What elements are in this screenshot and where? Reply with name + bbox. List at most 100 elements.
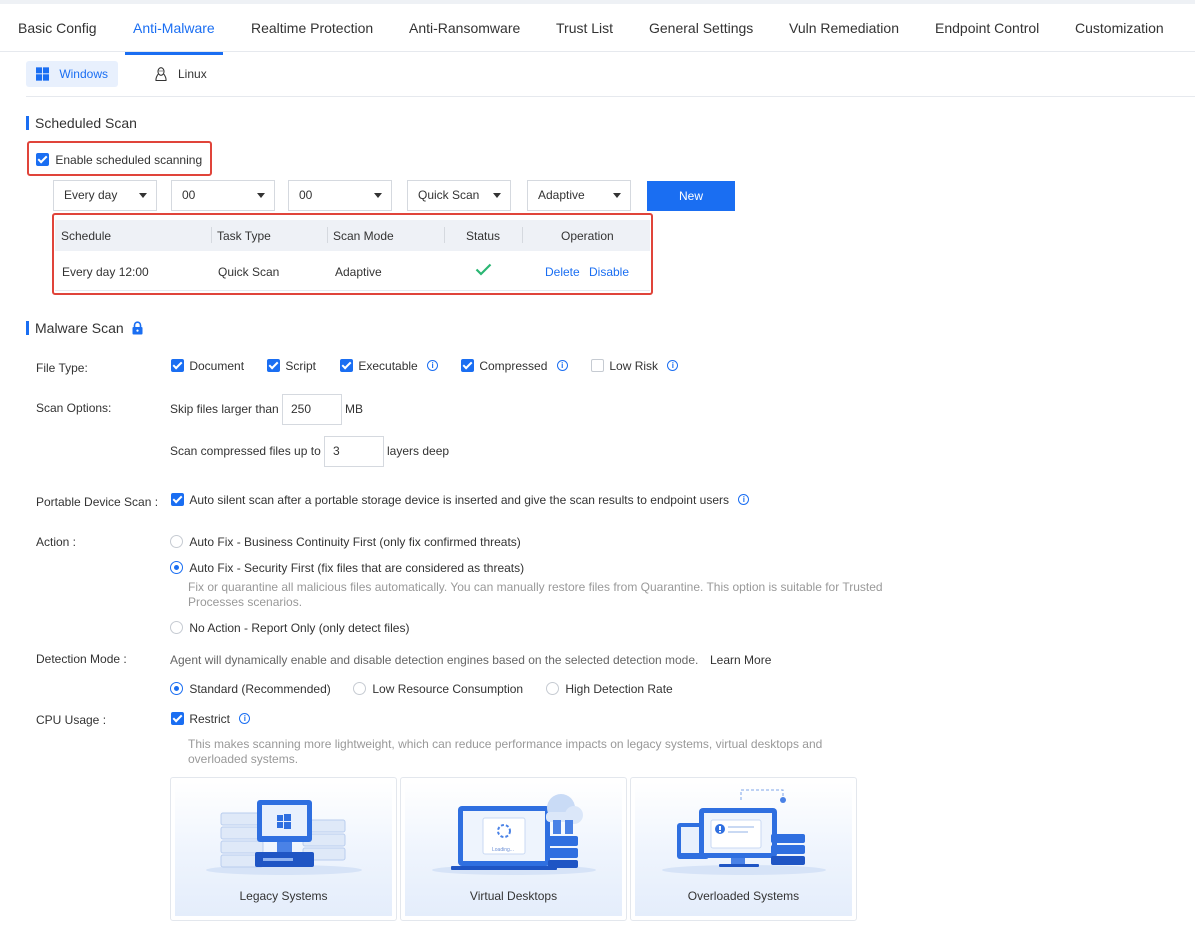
frequency-select[interactable]: Every day [53,180,157,211]
compressed-checkbox[interactable] [461,359,474,373]
detection-mode-desc: Agent will dynamically enable and disabl… [170,653,699,667]
file-type-document[interactable]: Document [171,358,244,373]
script-checkbox[interactable] [267,359,280,373]
cpu-usage-label: CPU Usage : [36,713,107,727]
business-continuity-radio[interactable] [170,535,183,549]
tab-anti-malware[interactable]: Anti-Malware [133,20,215,36]
skip-size-input[interactable]: 250 [282,394,342,425]
os-tab-windows[interactable]: Windows [26,61,118,87]
tab-general-settings[interactable]: General Settings [649,20,753,36]
malware-scan-title-text: Malware Scan [35,320,124,336]
action-business-continuity[interactable]: Auto Fix - Business Continuity First (on… [170,534,521,549]
hour-select[interactable]: 00 [171,180,275,211]
standard-label: Standard (Recommended) [189,681,331,696]
portable-device-checkbox[interactable] [171,493,184,507]
windows-icon [36,67,50,81]
action-report-only[interactable]: No Action - Report Only (only detect fil… [170,620,409,635]
task-type-select[interactable]: Quick Scan [407,180,511,211]
report-only-label: No Action - Report Only (only detect fil… [189,620,410,635]
high-detection-label: High Detection Rate [565,681,673,696]
tab-trust-list[interactable]: Trust List [556,20,613,36]
detection-mode-label: Detection Mode : [36,652,127,666]
restrict-hint: This makes scanning more lightweight, wh… [188,737,823,766]
action-label: Action : [36,535,77,549]
compressed-layers-prefix: Scan compressed files up to [170,444,321,458]
os-tab-windows-label: Windows [59,67,108,81]
scan-mode-select[interactable]: Adaptive [527,180,631,211]
restrict-info-icon[interactable]: i [239,713,251,725]
card-legacy-systems: Legacy Systems [170,777,397,921]
script-label: Script [285,358,317,373]
enable-scheduled-scanning[interactable]: Enable scheduled scanning [36,152,202,167]
portable-device-label: Portable Device Scan : [36,495,159,509]
executable-checkbox[interactable] [340,359,353,373]
detection-high-rate[interactable]: High Detection Rate [546,681,673,696]
high-detection-radio[interactable] [546,682,559,696]
compressed-layers-input[interactable]: 3 [324,436,384,467]
document-label: Document [189,358,245,373]
standard-radio[interactable] [170,682,183,696]
scheduled-scan-title: Scheduled Scan [26,115,137,131]
portable-device-info-icon[interactable]: i [738,494,750,506]
low-risk-checkbox[interactable] [591,359,604,373]
file-type-script[interactable]: Script [267,358,316,373]
compressed-info-icon[interactable]: i [556,360,568,372]
portable-device-option[interactable]: Auto silent scan after a portable storag… [171,492,750,507]
virtual-desktops-label: Virtual Desktops [469,889,558,903]
cpu-restrict[interactable]: Restrict i [171,711,251,726]
low-resource-radio[interactable] [353,682,366,696]
low-resource-label: Low Resource Consumption [372,681,524,696]
report-only-radio[interactable] [170,621,183,635]
tab-anti-ransomware[interactable]: Anti-Ransomware [409,20,520,36]
legacy-systems-illustration [206,800,362,875]
learn-more-link[interactable]: Learn More [710,653,771,667]
legacy-systems-label: Legacy Systems [239,889,328,903]
overloaded-systems-illustration [662,789,826,875]
enable-scheduled-checkbox[interactable] [36,153,49,167]
tab-vuln-remediation[interactable]: Vuln Remediation [789,20,899,36]
executable-info-icon[interactable]: i [427,360,439,372]
file-type-label: File Type: [36,361,88,375]
lock-icon [132,321,143,335]
skip-files-prefix: Skip files larger than [170,402,279,416]
highlight-schedule-table [52,213,653,295]
tab-basic-config[interactable]: Basic Config [18,20,97,36]
restrict-checkbox[interactable] [171,712,184,726]
low-risk-info-icon[interactable]: i [667,360,679,372]
detection-standard[interactable]: Standard (Recommended) [170,681,331,696]
virtual-desktop-loading-text: Loading... [492,847,514,853]
minute-select[interactable]: 00 [288,180,392,211]
compressed-label: Compressed [479,358,548,373]
restrict-label: Restrict [189,711,231,726]
action-security-first[interactable]: Auto Fix - Security First (fix files tha… [170,560,524,575]
scan-options-label: Scan Options: [36,401,112,415]
malware-scan-title: Malware Scan [26,320,144,336]
overloaded-systems-label: Overloaded Systems [687,889,800,903]
linux-icon [155,66,167,81]
file-type-executable[interactable]: Executable i [340,358,439,373]
card-virtual-desktops: Loading... Virtual Desktops [400,777,627,921]
enable-scheduled-label: Enable scheduled scanning [55,152,203,167]
detection-low-resource[interactable]: Low Resource Consumption [353,681,523,696]
subtab-divider [26,96,1195,97]
virtual-desktops-illustration: Loading... [432,794,596,875]
os-tab-linux[interactable]: Linux [144,61,224,87]
tab-endpoint-control[interactable]: Endpoint Control [935,20,1039,36]
file-type-compressed[interactable]: Compressed i [461,358,568,373]
skip-size-unit: MB [345,402,363,416]
tab-realtime-protection[interactable]: Realtime Protection [251,20,373,36]
tab-customization[interactable]: Customization [1075,20,1164,36]
active-tab-indicator [125,52,223,55]
file-type-low-risk[interactable]: Low Risk i [591,358,679,373]
security-first-radio[interactable] [170,561,183,575]
card-overloaded-systems: Overloaded Systems [630,777,857,921]
os-tab-linux-label: Linux [178,67,207,81]
top-tab-bar: Basic Config Anti-Malware Realtime Prote… [0,0,1195,55]
new-schedule-button[interactable]: New [647,181,735,211]
business-continuity-label: Auto Fix - Business Continuity First (on… [189,534,521,549]
security-first-label: Auto Fix - Security First (fix files tha… [189,560,525,575]
document-checkbox[interactable] [171,359,184,373]
executable-label: Executable [358,358,418,373]
scheduled-scan-title-text: Scheduled Scan [35,115,137,131]
portable-device-text: Auto silent scan after a portable storag… [189,492,729,507]
